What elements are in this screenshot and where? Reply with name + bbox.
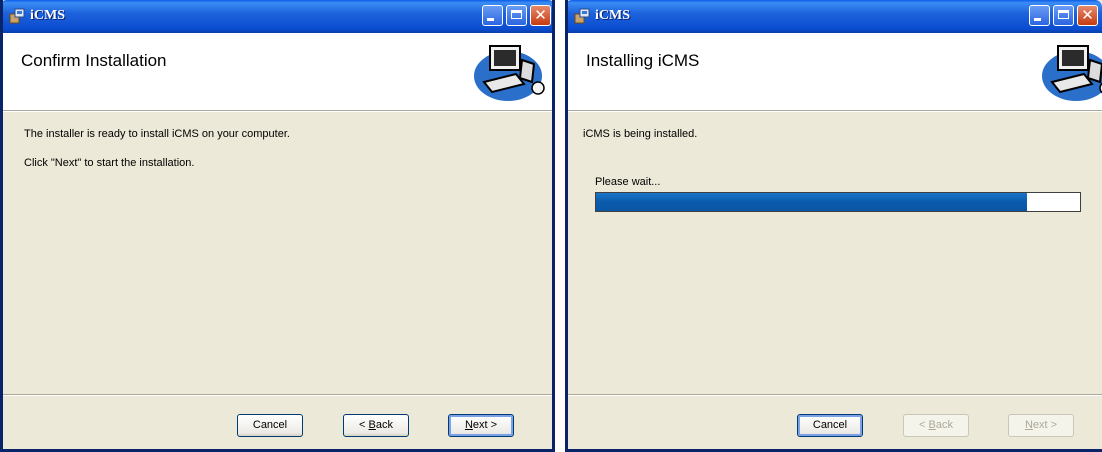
window-title: iCMS — [30, 8, 65, 23]
computer-setup-icon — [474, 45, 545, 101]
back-button[interactable]: < Back — [343, 414, 409, 437]
back-button-prefix: < — [919, 419, 929, 431]
next-button[interactable]: Next > — [448, 414, 514, 437]
back-button-accel: B — [368, 419, 376, 431]
next-button-rest: ext > — [1032, 419, 1058, 431]
installer-package-icon — [9, 8, 25, 24]
header-banner: Installing iCMS — [568, 33, 1102, 111]
next-button-rest: ext > — [472, 419, 498, 431]
progress-label: Please wait... — [595, 176, 661, 188]
divider — [568, 394, 1102, 396]
page-title: Installing iCMS — [586, 51, 700, 70]
install-status: iCMS is being installed. — [583, 128, 698, 140]
installing-window: iCMS ✕ Installing iCMS iCMS is being ins… — [565, 0, 1102, 452]
computer-setup-icon — [1042, 45, 1102, 101]
back-button-rest: ack — [935, 419, 953, 431]
title-bar[interactable]: iCMS ✕ — [568, 0, 1102, 33]
back-button-rest: ack — [375, 419, 393, 431]
minimize-icon[interactable] — [1029, 5, 1050, 26]
progress-bar — [595, 192, 1081, 212]
back-button-accel: B — [928, 419, 936, 431]
window-title: iCMS — [595, 8, 630, 23]
installer-package-icon — [574, 8, 590, 24]
back-button[interactable]: < Back — [903, 414, 969, 437]
next-button-accel: N — [1024, 419, 1033, 431]
page-title: Confirm Installation — [21, 51, 167, 70]
progress-fill — [596, 193, 1027, 211]
minimize-icon[interactable] — [482, 5, 503, 26]
close-icon[interactable]: ✕ — [1077, 5, 1098, 26]
maximize-icon[interactable] — [506, 5, 527, 26]
title-bar[interactable]: iCMS ✕ — [3, 0, 552, 33]
next-button-accel: N — [464, 419, 473, 431]
divider — [3, 394, 552, 396]
close-icon[interactable]: ✕ — [530, 5, 551, 26]
maximize-icon[interactable] — [1053, 5, 1074, 26]
cancel-button[interactable]: Cancel — [797, 414, 863, 437]
confirm-installation-window: iCMS ✕ Confirm Installation The installe… — [0, 0, 555, 452]
instruction-message: Click "Next" to start the installation. — [24, 157, 195, 169]
back-button-prefix: < — [359, 419, 369, 431]
header-banner: Confirm Installation — [3, 33, 552, 111]
cancel-button[interactable]: Cancel — [237, 414, 303, 437]
ready-message: The installer is ready to install iCMS o… — [24, 128, 290, 140]
next-button[interactable]: Next > — [1008, 414, 1074, 437]
